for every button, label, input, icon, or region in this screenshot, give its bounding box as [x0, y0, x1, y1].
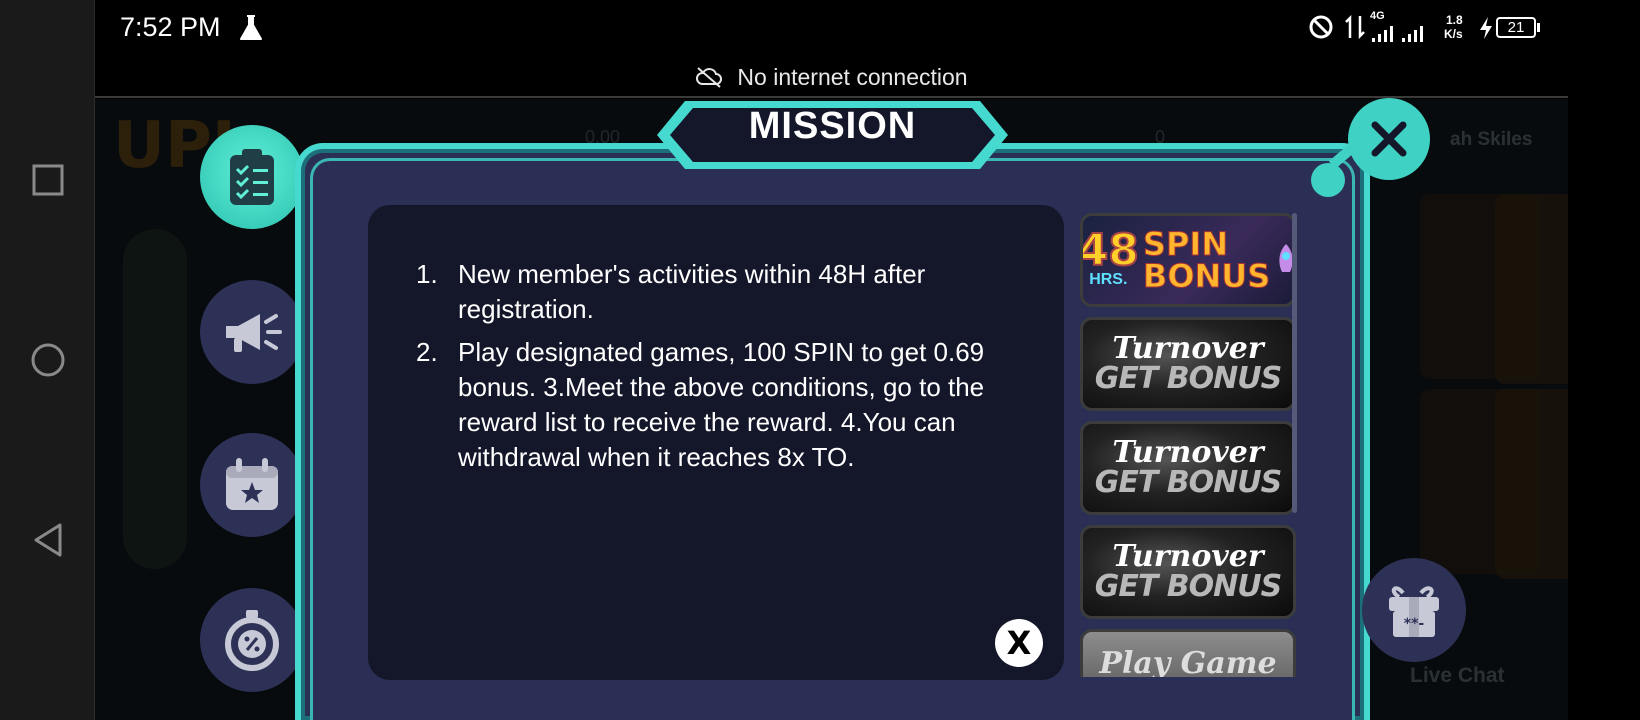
rule-text: Play designated games, 100 SPIN to get 0… — [458, 337, 985, 472]
rule-item: 1. New member's activities within 48H af… — [416, 257, 1036, 327]
clock: 7:52 PM — [120, 12, 221, 42]
banner-text: No internet connection — [737, 63, 968, 90]
square-icon — [32, 164, 64, 196]
gift-code-button[interactable]: **- — [1362, 558, 1466, 662]
battery-tip — [1537, 23, 1540, 32]
rule-item: 2. Play designated games, 100 SPIN to ge… — [416, 335, 1036, 475]
close-icon — [1371, 121, 1407, 157]
turnover-badge: Turnover GET BONUS — [1094, 435, 1282, 500]
flask-icon — [240, 15, 262, 40]
signal-bars-icon — [1372, 26, 1423, 42]
spin-word: SPIN — [1142, 225, 1229, 263]
back-button[interactable] — [28, 520, 68, 560]
event-calendar-button[interactable] — [200, 433, 304, 537]
turnover-subtitle: GET BONUS — [1094, 361, 1282, 396]
announcement-button[interactable] — [200, 280, 304, 384]
close-description-button[interactable]: X — [995, 619, 1043, 667]
bonus-word: BONUS — [1142, 257, 1271, 295]
rule-text: New member's activities within 48H after… — [458, 259, 926, 324]
cloud-off-icon — [696, 67, 723, 88]
mission-card-spin-bonus[interactable]: 48 HRS. SPIN BONUS — [1080, 213, 1296, 307]
close-knob — [1311, 163, 1345, 197]
network-type: 4G — [1370, 10, 1385, 22]
no-internet-banner: No internet connection — [95, 58, 1568, 98]
spin-hours-number: 48 — [1080, 225, 1140, 276]
data-transfer-icon — [1345, 14, 1365, 40]
gift-box-icon: **- — [1389, 586, 1439, 637]
mission-card-turnover[interactable]: Turnover GET BONUS — [1080, 421, 1296, 515]
svg-text:**-: **- — [1404, 616, 1425, 632]
net-speed-value: 1.8 — [1446, 13, 1463, 27]
rule-number: 2. — [416, 337, 438, 367]
stopwatch-icon — [225, 610, 279, 671]
home-button[interactable] — [28, 340, 68, 380]
turnover-title: Turnover — [1112, 331, 1264, 366]
back-triangle-icon — [34, 523, 62, 557]
status-bar: 7:52 PM 4G 1.8 K/s 21 — [95, 0, 1568, 58]
turnover-badge: Turnover GET BONUS — [1094, 331, 1282, 396]
turnover-subtitle: GET BONUS — [1094, 569, 1282, 604]
spin-badge: 48 HRS. SPIN BONUS — [1083, 225, 1293, 295]
timer-button[interactable] — [200, 588, 304, 692]
battery-indicator: 21 — [1496, 17, 1536, 38]
rule-number: 1. — [416, 259, 438, 289]
mission-card-turnover[interactable]: Turnover GET BONUS — [1080, 317, 1296, 411]
status-icons: 4G 1.8 K/s 21 — [1308, 10, 1568, 44]
turnover-title: Turnover — [1112, 539, 1264, 574]
recents-button[interactable] — [28, 160, 68, 200]
circle-icon — [31, 343, 65, 377]
spin-hours: 48 HRS. — [1083, 228, 1140, 289]
dialog-title: MISSION — [748, 105, 917, 147]
spin-words: SPIN BONUS — [1142, 225, 1271, 295]
mission-card-turnover[interactable]: Turnover GET BONUS — [1080, 525, 1296, 619]
mission-list[interactable]: 48 HRS. SPIN BONUS Turnover GET BONUS Tu… — [1080, 211, 1296, 677]
mission-tab-button[interactable] — [200, 125, 304, 229]
turnover-badge: Turnover GET BONUS — [1094, 539, 1282, 604]
do-not-disturb-icon — [1309, 15, 1333, 39]
net-speed-unit: K/s — [1444, 27, 1463, 41]
mission-rules-list: 1. New member's activities within 48H af… — [416, 257, 1036, 483]
close-dialog-button[interactable] — [1348, 98, 1430, 180]
turnover-title: Turnover — [1112, 435, 1264, 470]
mission-description: 1. New member's activities within 48H af… — [368, 205, 1064, 680]
calendar-star-icon — [226, 458, 278, 510]
turnover-subtitle: GET BONUS — [1094, 465, 1282, 500]
android-nav-bar — [0, 0, 95, 720]
play-game-title: Play Game — [1099, 646, 1277, 677]
clipboard-checklist-icon — [230, 149, 274, 205]
mission-list-scrollbar[interactable] — [1292, 213, 1297, 513]
mission-card-play-game[interactable]: Play Game — [1080, 629, 1296, 677]
megaphone-icon — [226, 314, 282, 352]
charging-bolt-icon — [1480, 17, 1492, 39]
